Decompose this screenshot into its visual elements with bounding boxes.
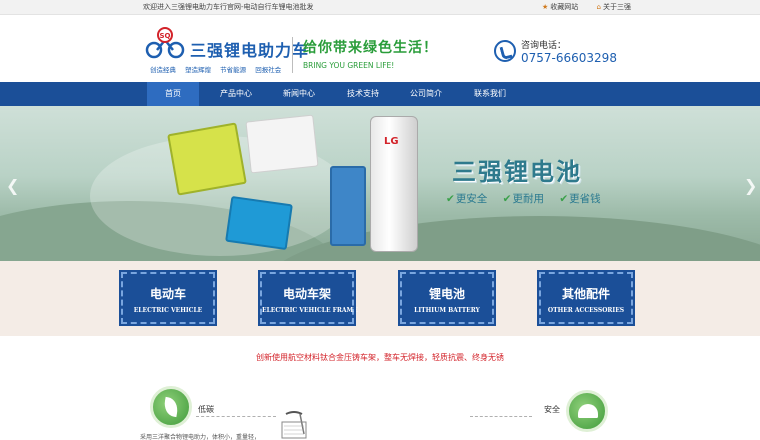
banner-feature-text: 更安全	[455, 193, 488, 205]
category-vehicle-frame[interactable]: 电动车架 ELECTRIC VEHICLE FRAME	[258, 270, 358, 326]
check-icon: ✔	[502, 193, 512, 205]
category-cn: 电动车架	[282, 287, 331, 301]
banner-features: ✔更安全 ✔更耐用 ✔更省钱	[446, 191, 613, 206]
category-cn: 锂电池	[428, 287, 465, 301]
category-en: LITHIUM BATTERY	[414, 307, 480, 314]
welcome-text: 欢迎进入三强锂电助力车行官网-电动自行车锂电池批发	[143, 3, 314, 11]
about-link[interactable]: ⌂ 关于三强	[597, 3, 639, 11]
nav-item-news[interactable]: 新闻中心	[270, 82, 328, 106]
low-carbon-desc: 采用三洋聚合物锂电助力，体积小，重量轻，	[140, 434, 261, 440]
tagline-item: 节省能源	[220, 66, 247, 74]
category-electric-vehicle[interactable]: 电动车 ELECTRIC VEHICLE	[119, 270, 217, 326]
tagline: 创造经典 塑造辉煌 节省能源 回报社会	[150, 64, 288, 74]
banner-feature-text: 更耐用	[512, 193, 544, 205]
logo-badge-text: SQ	[160, 32, 171, 40]
favorite-link[interactable]: ★ 收藏网站	[542, 3, 586, 11]
category-accessories[interactable]: 其他配件 OTHER ACCESSORIES	[537, 270, 635, 326]
check-icon: ✔	[446, 193, 455, 205]
banner-feature: ✔更耐用	[503, 193, 550, 205]
tagline-item: 回报社会	[255, 66, 282, 74]
safety-label: 安全	[544, 405, 560, 414]
intro-text: 创新使用航空材料钛合金压铸车架，整车无焊接，轻质抗震、终身无锈	[256, 353, 504, 362]
chevron-left-icon[interactable]: ❮	[6, 176, 19, 195]
phone-icon	[494, 40, 516, 62]
home-icon: ⌂	[596, 3, 601, 11]
top-links: ★ 收藏网站 ⌂ 关于三强	[542, 2, 647, 12]
banner-feature-text: 更省钱	[569, 193, 601, 205]
category-cn: 电动车	[149, 287, 186, 301]
nav-item-home[interactable]: 首页	[147, 82, 199, 106]
category-en: OTHER ACCESSORIES	[547, 307, 625, 314]
divider	[470, 416, 532, 417]
category-lithium-battery[interactable]: 锂电池 LITHIUM BATTERY	[398, 270, 496, 326]
slogan: 给你带来绿色生活！ BRING YOU GREEN LIFE!	[292, 37, 438, 73]
nav-item-contact[interactable]: 联系我们	[461, 82, 519, 106]
main-nav: 首页 产品中心 新闻中心 技术支持 公司简介 联系我们	[0, 82, 760, 106]
helmet-icon	[566, 390, 608, 432]
hero-banner: LG ❮ ❯	[0, 106, 760, 261]
bicycle-image	[281, 411, 307, 439]
tagline-item: 塑造辉煌	[185, 66, 212, 74]
battery-pack-image	[225, 195, 293, 251]
low-carbon-label: 低碳	[198, 405, 214, 414]
category-cn: 其他配件	[561, 287, 610, 301]
slogan-cn: 给你带来绿色生活！	[303, 40, 438, 56]
phone-number: 0757-66603298	[521, 51, 617, 65]
slogan-en: BRING YOU GREEN LIFE!	[303, 61, 395, 70]
top-bar: 欢迎进入三强锂电助力车行官网-电动自行车锂电池批发 ★ 收藏网站 ⌂ 关于三强	[0, 0, 760, 15]
category-en: ELECTRIC VEHICLE	[133, 307, 203, 314]
nav-item-products[interactable]: 产品中心	[207, 82, 265, 106]
leaf-icon	[150, 386, 192, 428]
banner-title: 三强锂电池	[452, 158, 582, 186]
logo-icon[interactable]: SQ	[143, 26, 187, 60]
category-strip	[0, 261, 760, 336]
phone-label: 咨询电话：	[521, 41, 567, 51]
category-en: ELECTRIC VEHICLE FRAME	[262, 307, 358, 314]
nav-item-support[interactable]: 技术支持	[334, 82, 392, 106]
battery-brand-label: LG	[384, 136, 399, 147]
about-label: 关于三强	[602, 3, 631, 11]
battery-pack-image	[167, 122, 247, 196]
check-icon: ✔	[559, 193, 569, 205]
tagline-item: 创造经典	[150, 66, 176, 74]
chevron-right-icon[interactable]: ❯	[744, 176, 757, 195]
star-icon: ★	[542, 3, 549, 11]
banner-feature: ✔更省钱	[559, 193, 606, 205]
nav-item-about[interactable]: 公司简介	[397, 82, 455, 106]
divider	[196, 416, 276, 417]
battery-pack-image	[330, 166, 366, 246]
battery-pack-image	[245, 114, 319, 174]
favorite-label: 收藏网站	[550, 3, 579, 11]
banner-feature: ✔更安全	[446, 193, 493, 205]
